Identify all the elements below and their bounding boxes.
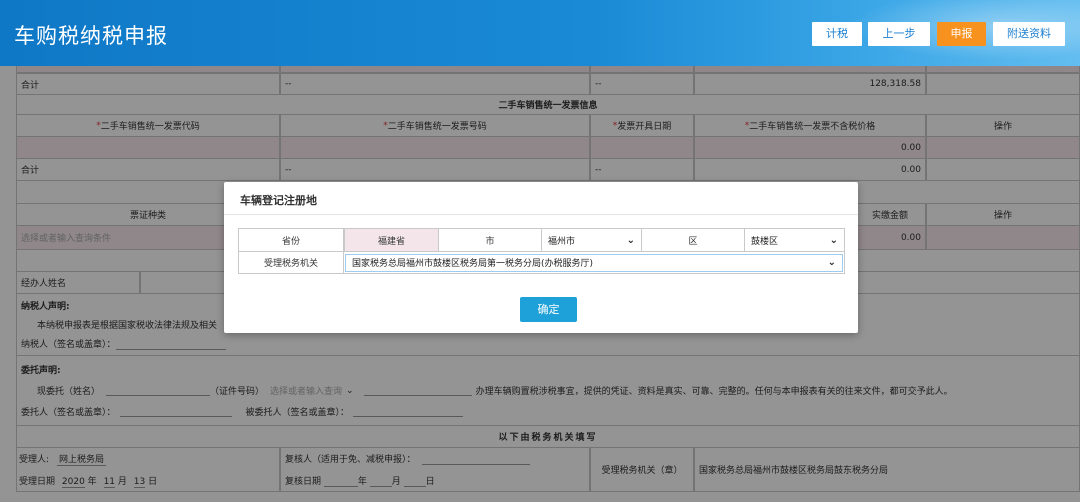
page-title: 车购税纳税申报 xyxy=(14,24,168,48)
previous-step-button[interactable]: 上一步 xyxy=(868,22,930,46)
chevron-down-icon: ⌄ xyxy=(626,234,635,246)
chevron-down-icon: ⌄ xyxy=(827,257,836,268)
dialog-title: 车辆登记注册地 xyxy=(240,194,317,207)
district-label: 区 xyxy=(642,228,745,252)
app-header: 车购税纳税申报 计税 上一步 申报 附送资料 xyxy=(0,0,1080,66)
tax-office-select[interactable]: 国家税务总局福州市鼓楼区税务局第一税务分局(办税服务厅) ⌄ xyxy=(344,252,845,274)
district-select[interactable]: 鼓楼区 ⌄ xyxy=(745,228,845,252)
city-label: 市 xyxy=(439,228,542,252)
attach-documents-button[interactable]: 附送资料 xyxy=(993,22,1065,46)
chevron-down-icon: ⌄ xyxy=(829,234,838,246)
province-label: 省份 xyxy=(238,228,344,252)
location-table: 省份 福建省 市 福州市 ⌄ 区 鼓楼区 ⌄ 受理税务机关 国家税务总局福州市鼓楼区… xyxy=(238,228,845,274)
city-select[interactable]: 福州市 ⌄ xyxy=(542,228,642,252)
confirm-button[interactable]: 确定 xyxy=(520,297,577,322)
submit-declaration-button[interactable]: 申报 xyxy=(937,22,986,46)
tax-office-label: 受理税务机关 xyxy=(238,252,344,274)
calculate-tax-button[interactable]: 计税 xyxy=(812,22,862,46)
province-value: 福建省 xyxy=(344,228,439,252)
